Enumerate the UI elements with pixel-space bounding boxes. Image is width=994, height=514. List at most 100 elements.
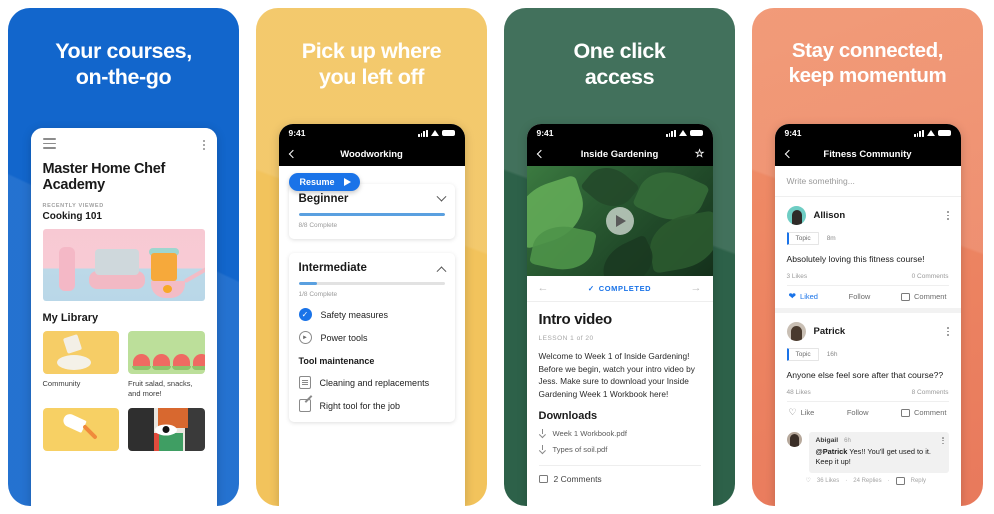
list-item[interactable] (128, 408, 205, 452)
status-icons (418, 129, 455, 137)
document-icon (298, 376, 311, 389)
arrow-right-icon[interactable]: → (691, 283, 702, 294)
progress-bar (298, 213, 445, 216)
downloads-heading: Downloads (538, 410, 598, 423)
list-item[interactable]: ✓ Safety measures (298, 308, 445, 321)
list-item[interactable]: Types of soil.pdf (539, 445, 701, 454)
play-button[interactable] (605, 207, 634, 235)
list-item[interactable]: ► Power tools (298, 331, 445, 344)
post-body: Anyone else feel sore after that course?… (786, 370, 944, 381)
status-badge: ✓ COMPLETED (588, 284, 651, 293)
comment-button[interactable]: Comment (900, 292, 947, 301)
battery-icon (441, 129, 455, 137)
kebab-icon[interactable] (946, 211, 949, 220)
lesson-number-label: LESSON 1 of 20 (538, 335, 594, 342)
star-outline-icon[interactable]: ☆ (695, 148, 705, 160)
topic-badge[interactable]: Topic (786, 348, 819, 362)
follow-button[interactable]: Follow (849, 292, 871, 301)
library-thumbnail (42, 408, 119, 452)
reply-abigail: Abigail 6h @Patrick Yes!! You'll get use… (775, 424, 961, 473)
like-button[interactable]: ❤ Liked (788, 291, 818, 302)
lesson-video-thumbnail[interactable] (526, 166, 713, 276)
section-card-intermediate[interactable]: Intermediate 1/8 Complete ✓ Safety measu… (288, 253, 455, 422)
post-header: Patrick (786, 322, 949, 342)
wifi-icon (678, 129, 687, 137)
avatar[interactable] (786, 432, 802, 448)
section-header[interactable]: Intermediate (299, 262, 446, 276)
like-label: Liked (800, 292, 818, 302)
hamburger-icon[interactable] (42, 138, 56, 152)
progress-label: 1/8 Complete (298, 291, 338, 298)
avatar[interactable] (786, 206, 806, 225)
reply-action-label[interactable]: Reply (911, 478, 926, 484)
post-body: Absolutely loving this fitness course! (786, 254, 925, 264)
nav-bar: Woodworking (278, 142, 465, 166)
reply-header: Abigail 6h (816, 437, 942, 444)
comment-count: 0 Comments (911, 273, 949, 281)
phone-mockup-library: Master Home Chef Academy RECENTLY VIEWED… (30, 128, 217, 506)
kebab-icon[interactable] (946, 327, 949, 337)
phone-mockup-outline: 9:41 Woodworking Resume Beginner 8/8 Com… (278, 124, 465, 506)
topic-badge[interactable]: Topic (786, 232, 819, 245)
heart-outline-icon: ♡ (788, 407, 797, 418)
post-stats: 3 Likes 0 Comments (786, 273, 949, 287)
post-meta: Topic 8m (786, 232, 949, 245)
lesson-body-text: Welcome to Week 1 of Inside Gardening! B… (538, 351, 695, 399)
kebab-icon[interactable] (942, 437, 944, 445)
section-header[interactable]: Beginner (299, 191, 446, 205)
avatar[interactable] (786, 322, 806, 342)
nav-bar: Fitness Community (774, 142, 961, 166)
panel-headline: Stay connected, keep momentum (788, 39, 947, 87)
post-header: Allison (786, 206, 949, 225)
nav-title: Woodworking (340, 148, 403, 160)
resume-button[interactable]: Resume (288, 173, 360, 191)
list-item[interactable]: Community (42, 331, 119, 399)
compose-input[interactable]: Write something... (774, 166, 961, 197)
app-screen-lesson: ← ✓ COMPLETED → Intro video LESSON 1 of … (526, 166, 713, 506)
kebab-icon[interactable] (202, 138, 205, 150)
comment-button[interactable]: Comment (900, 408, 946, 417)
lesson-group-heading: Tool maintenance (298, 356, 375, 366)
post-allison: Allison Topic 8m Absolutely loving this … (775, 197, 961, 308)
course-hero-image[interactable] (42, 229, 205, 302)
heart-filled-icon: ❤ (788, 291, 797, 302)
app-screen-outline: Resume Beginner 8/8 Complete Intermediat… (278, 173, 465, 506)
like-label: Like (800, 408, 815, 418)
promo-panel-resume: Pick up where you left off 9:41 Woodwork… (256, 8, 487, 506)
completed-label: COMPLETED (598, 284, 652, 293)
app-screen-community: Write something... Allison Topic 8m Abso… (774, 166, 961, 506)
download-file-name: Types of soil.pdf (552, 445, 608, 455)
chevron-down-icon[interactable] (436, 191, 446, 202)
promo-panel-courses: Your courses, on-the-go Master Home Chef… (8, 8, 239, 506)
download-icon (539, 445, 547, 454)
lesson-title: Intro video (538, 311, 613, 328)
library-thumbnail (128, 408, 205, 452)
jar-shape (150, 253, 177, 282)
recently-viewed-course[interactable]: Cooking 101 (43, 211, 205, 222)
follow-button[interactable]: Follow (847, 408, 869, 417)
post-author: Allison (813, 210, 846, 221)
section-card-beginner[interactable]: Beginner 8/8 Complete (288, 184, 455, 239)
post-timestamp: 16h (826, 351, 838, 359)
like-button[interactable]: ♡ Like (788, 407, 815, 418)
comment-count: 8 Comments (911, 389, 949, 397)
promo-panel-community: Stay connected, keep momentum 9:41 Fitne… (752, 8, 983, 506)
chevron-up-icon[interactable] (436, 265, 446, 276)
comments-link[interactable]: 2 Comments (538, 465, 701, 484)
list-item[interactable] (42, 408, 119, 452)
heart-outline-icon: ♡ (805, 478, 811, 485)
list-item[interactable]: Right tool for the job (298, 399, 445, 412)
arrow-left-icon[interactable]: ← (538, 283, 549, 294)
lesson-content: Intro video LESSON 1 of 20 Welcome to We… (527, 302, 713, 484)
library-grid: Community Fruit salad, snacks, and more! (42, 331, 205, 452)
list-item[interactable]: Fruit salad, snacks, and more! (128, 331, 205, 399)
reply-mention[interactable]: @Patrick (816, 447, 848, 456)
pan-handle-shape (183, 266, 205, 284)
recently-viewed-label: RECENTLY VIEWED (42, 203, 104, 210)
list-item[interactable]: Week 1 Workbook.pdf (539, 429, 701, 438)
leaf-shape (579, 166, 640, 217)
lesson-label: Right tool for the job (319, 400, 401, 411)
melon-shape (152, 354, 171, 371)
nav-bar: Inside Gardening ☆ (526, 142, 713, 166)
list-item[interactable]: Cleaning and replacements (298, 376, 445, 389)
